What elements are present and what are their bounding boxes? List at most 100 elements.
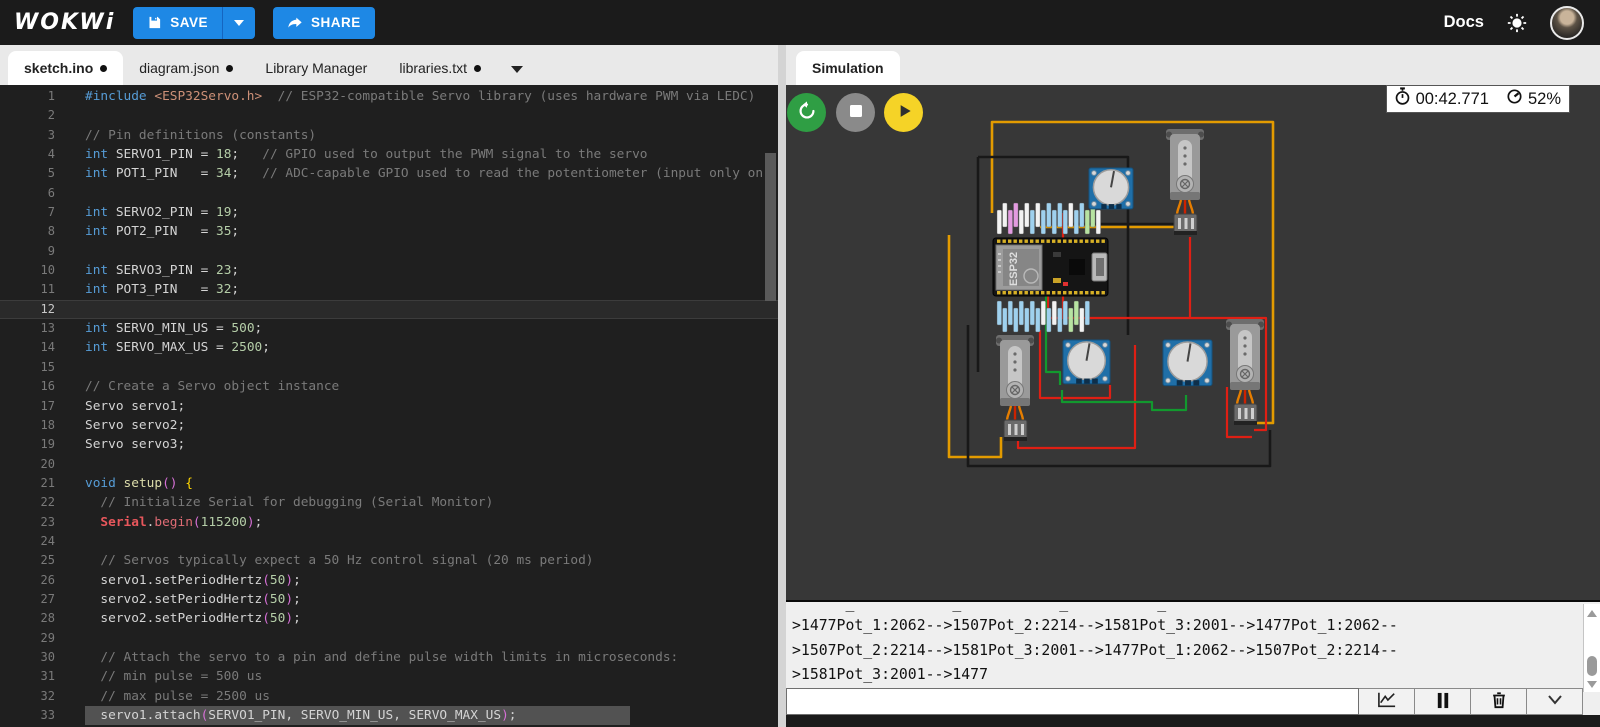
wokwi-app: WOKWi SAVE SHARE Docs sketch.ino diagram… — [0, 0, 1600, 727]
code-line-30[interactable]: 30 // Attach the servo to a pin and defi… — [0, 648, 778, 667]
line-number: 8 — [47, 224, 55, 239]
tab-library-manager[interactable]: Library Manager — [249, 51, 383, 85]
wire[interactable] — [1060, 390, 1188, 412]
line-number: 33 — [40, 708, 55, 722]
code-line-23[interactable]: 23 Serial.begin(115200); — [0, 513, 778, 532]
editor-scrollbar[interactable] — [765, 85, 776, 727]
circuit-diagram[interactable]: ESP32 — [786, 85, 1600, 600]
code-line-26[interactable]: 26 servo1.setPeriodHertz(50); — [0, 571, 778, 590]
esp32-board[interactable]: ESP32 — [992, 202, 1109, 333]
scroll-down-icon[interactable] — [1587, 681, 1597, 688]
potentiometer-2[interactable] — [1062, 339, 1111, 385]
line-number: 25 — [40, 553, 55, 568]
bottom-strip — [786, 715, 1600, 727]
servo-1[interactable] — [1166, 129, 1204, 235]
share-icon — [287, 15, 303, 31]
code-line-3[interactable]: 3 // Pin definitions (constants) — [0, 126, 778, 145]
line-number: 4 — [47, 147, 55, 162]
code-line-25[interactable]: 25 // Servos typically expect a 50 Hz co… — [0, 551, 778, 570]
serial-line: >1507Pot_2:2214-->1581Pot_3:2001-->1477P… — [792, 641, 1398, 659]
editor-scrollbar-thumb[interactable] — [765, 153, 776, 301]
pin-tag — [1035, 307, 1041, 333]
pin-tag — [1002, 307, 1008, 333]
code-line-1[interactable]: 1 #include <ESP32Servo.h> // ESP32-compat… — [0, 87, 778, 106]
code-line-28[interactable]: 28 servo2.setPeriodHertz(50); — [0, 609, 778, 628]
line-content: Servo servo2; — [85, 417, 186, 433]
pin-tag — [1024, 202, 1030, 228]
line-content: int POT1_PIN = 34; // ADC-capable GPIO u… — [85, 166, 764, 182]
serial-output[interactable]: _ _ _ _ >1477Pot_1:2062-->1507Pot_2:2214-… — [786, 602, 1589, 686]
code-line-21[interactable]: 21 void setup() { — [0, 474, 778, 493]
serial-input[interactable] — [786, 688, 1359, 715]
tab-label: sketch.ino — [24, 60, 94, 76]
docs-link[interactable]: Docs — [1444, 13, 1484, 32]
serial-toolbar — [786, 688, 1583, 715]
code-line-12[interactable]: 12 — [0, 299, 778, 320]
code-editor[interactable]: 1 #include <ESP32Servo.h> // ESP32-compat… — [0, 85, 778, 727]
trash-icon — [1490, 691, 1508, 712]
code-line-18[interactable]: 18 Servo servo2; — [0, 416, 778, 435]
code-line-22[interactable]: 22 // Initialize Serial for debugging (S… — [0, 493, 778, 512]
code-line-19[interactable]: 19 Servo servo3; — [0, 435, 778, 454]
tab-sketch-ino[interactable]: sketch.ino — [8, 51, 124, 85]
potentiometer-1[interactable] — [1088, 167, 1134, 210]
code-line-32[interactable]: 32 // max pulse = 2500 us — [0, 687, 778, 706]
share-button[interactable]: SHARE — [273, 6, 375, 39]
code-line-5[interactable]: 5 int POT1_PIN = 34; // ADC-capable GPIO … — [0, 164, 778, 183]
code-line-31[interactable]: 31 // min pulse = 500 us — [0, 667, 778, 686]
code-line-16[interactable]: 16 // Create a Servo object instance — [0, 377, 778, 396]
line-content: servo1.attach(SERVO1_PIN, SERVO_MIN_US, … — [85, 706, 630, 726]
panel-divider[interactable] — [778, 45, 786, 727]
scroll-up-icon[interactable] — [1587, 610, 1597, 617]
potentiometer-3[interactable] — [1162, 339, 1213, 387]
line-number: 7 — [47, 205, 55, 220]
code-line-14[interactable]: 14 int SERVO_MAX_US = 2500; — [0, 338, 778, 357]
code-line-2[interactable]: 2 — [0, 106, 778, 125]
code-line-27[interactable]: 27 servo2.setPeriodHertz(50); — [0, 590, 778, 609]
code-line-29[interactable]: 29 — [0, 629, 778, 648]
code-line-7[interactable]: 7 int SERVO2_PIN = 19; — [0, 203, 778, 222]
pin-tag — [1084, 209, 1090, 235]
line-number: 29 — [40, 630, 55, 645]
tab-diagram-json[interactable]: diagram.json — [123, 51, 249, 85]
pin-tag — [1018, 209, 1024, 235]
code-line-9[interactable]: 9 — [0, 242, 778, 261]
simulation-canvas: 00:42.771 52% ESP32 — [786, 85, 1600, 600]
servo-3[interactable] — [1226, 319, 1264, 425]
user-avatar[interactable] — [1550, 5, 1584, 40]
code-line-17[interactable]: 17 Servo servo1; — [0, 397, 778, 416]
code-line-4[interactable]: 4 int SERVO1_PIN = 18; // GPIO used to ou… — [0, 145, 778, 164]
serial-scrollbar-thumb[interactable] — [1587, 656, 1597, 676]
code-line-13[interactable]: 13 int SERVO_MIN_US = 500; — [0, 319, 778, 338]
code-line-11[interactable]: 11 int POT3_PIN = 32; — [0, 280, 778, 299]
line-number: 18 — [40, 417, 55, 432]
servo-2[interactable] — [996, 335, 1034, 441]
wokwi-logo[interactable]: WOKWi — [14, 10, 115, 35]
serial-scrollbar[interactable] — [1583, 604, 1600, 692]
code-line-10[interactable]: 10 int SERVO3_PIN = 23; — [0, 261, 778, 280]
tab-label: libraries.txt — [399, 60, 468, 76]
code-line-6[interactable]: 6 — [0, 184, 778, 203]
code-line-8[interactable]: 8 int POT2_PIN = 35; — [0, 222, 778, 241]
pause-serial-button[interactable] — [1415, 688, 1471, 715]
code-line-20[interactable]: 20 — [0, 455, 778, 474]
tab-simulation[interactable]: Simulation — [796, 51, 900, 85]
code-line-24[interactable]: 24 — [0, 532, 778, 551]
serial-line: >1581Pot_3:2001-->1477 — [792, 666, 988, 684]
code-line-33[interactable]: 33 servo1.attach(SERVO1_PIN, SERVO_MIN_U… — [0, 706, 778, 726]
tab-libraries-txt[interactable]: libraries.txt — [383, 51, 497, 85]
pin-tag — [1079, 202, 1085, 228]
code-line-15[interactable]: 15 — [0, 358, 778, 377]
tabs-overflow-caret[interactable] — [511, 66, 524, 73]
save-dropdown-button[interactable] — [222, 6, 255, 39]
unsaved-dot-icon — [474, 64, 482, 72]
pin-tag — [1062, 300, 1068, 326]
line-content: Servo servo1; — [85, 398, 186, 414]
save-button[interactable]: SAVE — [133, 6, 222, 39]
line-content: // max pulse = 2500 us — [85, 688, 270, 704]
serial-options-button[interactable] — [1527, 688, 1583, 715]
pin-tag — [1057, 307, 1063, 333]
plot-button[interactable] — [1359, 688, 1415, 715]
clear-serial-button[interactable] — [1471, 688, 1527, 715]
theme-toggle-sun-icon[interactable] — [1506, 12, 1528, 34]
